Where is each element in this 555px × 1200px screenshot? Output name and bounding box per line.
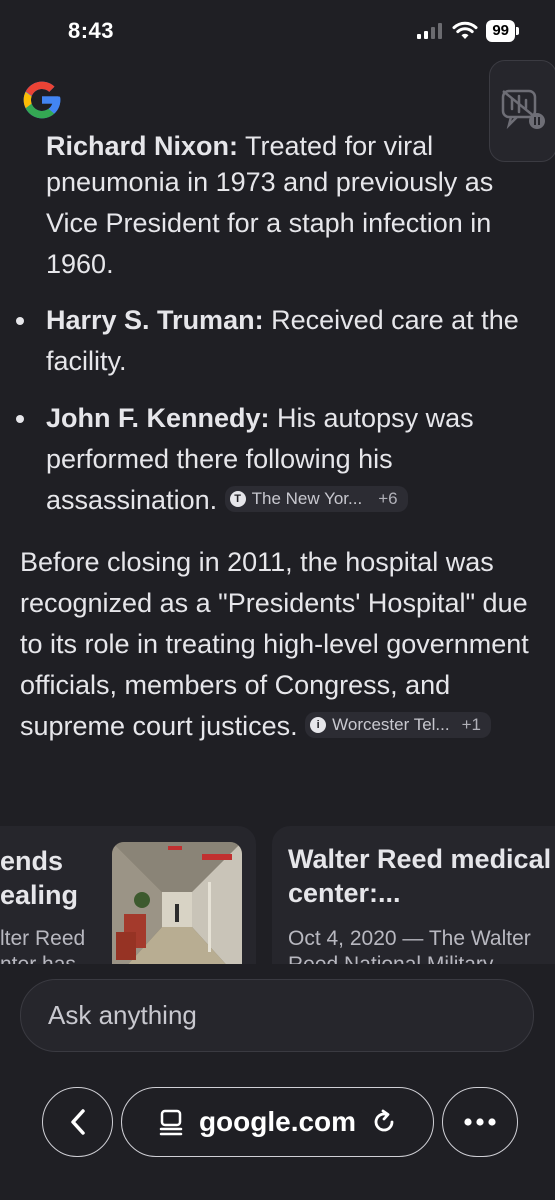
url-text: google.com (198, 1106, 357, 1137)
voice-mode-button[interactable] (489, 60, 555, 162)
nixon-continued: pneumonia in 1973 and previously as Vice… (46, 162, 546, 285)
tab-icon (159, 1109, 183, 1136)
more-button[interactable] (442, 1087, 518, 1157)
source-chip-worcester[interactable]: i Worcester Tel... +1 (305, 711, 491, 738)
browser-toolbar: google.com (0, 1087, 555, 1157)
card-title: ends ealing (0, 844, 78, 912)
battery-indicator: 99 (486, 20, 519, 42)
ask-anything-input[interactable]: Ask anything (20, 979, 534, 1052)
card-snippet: lter Reed nter has (0, 926, 85, 964)
hospital-hallway-thumbnail (112, 842, 242, 964)
card-snippet-line: nter has (0, 952, 85, 964)
source-count: +6 (378, 488, 398, 508)
address-bar[interactable]: google.com (121, 1087, 434, 1157)
source-chip-nyt[interactable]: T The New Yor... +6 (224, 485, 408, 512)
summary-paragraph: Before closing in 2011, the hospital was… (20, 542, 540, 747)
back-button[interactable] (42, 1087, 113, 1157)
status-time: 8:43 (68, 18, 115, 43)
card-snippet-line: Oct 4, 2020 — The Walter (288, 927, 531, 950)
bullet-name-nixon: Richard Nixon: (46, 131, 239, 161)
source-name: The New Yor... (251, 488, 363, 508)
card-title: Walter Reed medical center:... (288, 844, 552, 908)
bullet-text-nixon-start: Treated for viral (238, 131, 434, 161)
clipped-line: Richard Nixon: Treated for viral (46, 126, 433, 166)
status-icons: 99 (416, 20, 519, 42)
card-snippet: Oct 4, 2020 — The Walter Reed National M… (288, 926, 531, 964)
list-item: John F. Kennedy: His autopsy was perform… (16, 398, 546, 521)
voice-mode-icon (501, 89, 545, 130)
bullet-dot (16, 317, 24, 325)
card-snippet-line: Reed National Military (288, 952, 531, 964)
result-card[interactable]: ends ealing lter Reed nter has (0, 826, 256, 964)
bullet-text-nixon-rest: pneumonia in 1973 and previously as Vice… (46, 167, 494, 279)
result-cards: ends ealing lter Reed nter has Walter Re… (0, 826, 555, 964)
bullet-name-kennedy: John F. Kennedy: (46, 403, 270, 433)
google-g-logo[interactable] (20, 78, 64, 122)
bullet-name-truman: Harry S. Truman: (46, 305, 264, 335)
reload-icon[interactable] (370, 1108, 398, 1136)
list-item: Harry S. Truman: Received care at the fa… (16, 300, 546, 382)
bullet-dot (16, 415, 24, 423)
result-card[interactable]: Walter Reed medical center:... Oct 4, 20… (272, 826, 555, 964)
card-title-line: ends (0, 846, 64, 876)
source-name: Worcester Tel... (332, 714, 450, 734)
card-title-line: ealing (0, 880, 79, 910)
chevron-left-icon (70, 1109, 85, 1135)
status-bar: 8:43 99 (0, 0, 555, 64)
wifi-icon (452, 21, 478, 39)
ai-answer: Richard Nixon: Treated for viral pneumon… (0, 120, 555, 785)
more-horizontal-icon (464, 1118, 496, 1126)
info-favicon-icon: i (310, 716, 327, 733)
nyt-favicon-icon: T (229, 490, 246, 507)
source-count: +1 (461, 714, 481, 734)
card-snippet-line: lter Reed (0, 927, 86, 950)
cellular-signal-icon (417, 23, 443, 39)
